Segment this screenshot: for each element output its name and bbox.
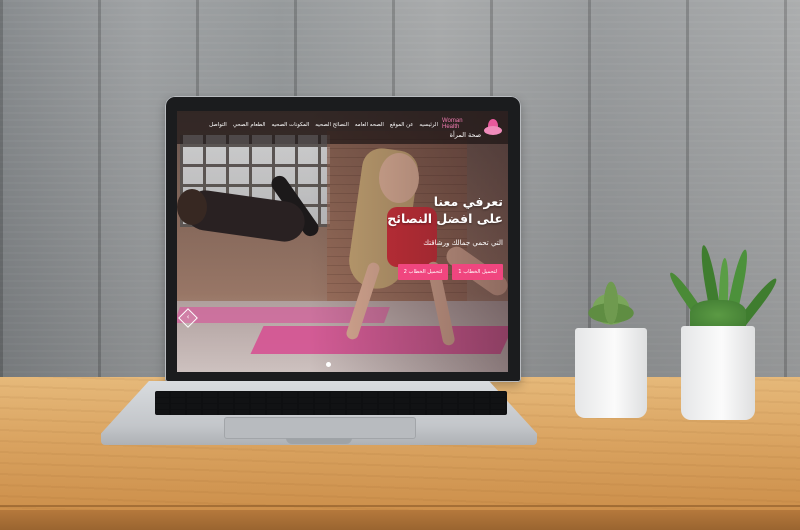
desk-edge	[0, 510, 800, 530]
hero-title: تعرفي معنا على افضل النصائح	[387, 193, 503, 227]
site-navbar: Woman Health صحة المرأة الرئيسيه عن المو…	[177, 111, 508, 144]
logo-text: Woman Health صحة المرأة	[442, 118, 481, 139]
site-logo[interactable]: Woman Health صحة المرأة	[442, 115, 502, 141]
logo-arabic: صحة المرأة	[449, 130, 482, 139]
nav-item-health-tips[interactable]: النصائح الصحيه	[315, 122, 349, 128]
succulent-plant	[570, 265, 652, 335]
nav-item-healthy-food[interactable]: الطعام الصحي	[233, 122, 266, 128]
desk-seam	[0, 505, 800, 507]
nav-menu: الرئيسيه عن الموقع الصحه العامه النصائح …	[209, 122, 438, 128]
download-button-1[interactable]: لتحميل الخطاب 1	[452, 264, 503, 280]
laptop-screen: Woman Health صحة المرأة الرئيسيه عن المو…	[177, 111, 508, 372]
chevron-left-icon: ‹	[186, 313, 190, 321]
download-button-2[interactable]: لتحميل الخطاب 2	[397, 264, 449, 280]
laptop-notch	[286, 438, 352, 444]
laptop-keyboard	[155, 391, 507, 415]
nav-item-general-health[interactable]: الصحه العامه	[355, 122, 384, 128]
nav-item-home[interactable]: الرئيسيه	[419, 122, 438, 128]
nav-item-about[interactable]: عن الموقع	[390, 122, 414, 128]
nav-item-contact[interactable]: التواصل	[209, 122, 227, 128]
hero-buttons: لتحميل الخطاب 1 لتحميل الخطاب 2	[397, 264, 503, 280]
laptop-trackpad	[224, 417, 416, 439]
slider-dot-indicator[interactable]	[326, 362, 331, 367]
white-pot-right	[681, 326, 755, 420]
hero-subtitle: التي تحمي جمالك ورشاقتك	[423, 239, 503, 247]
nav-item-healthy-ingredients[interactable]: المكونات الصحيه	[271, 122, 309, 128]
hero-title-line1: تعرفي معنا	[433, 194, 503, 209]
logo-english: Woman Health	[442, 117, 463, 130]
hero-title-line2: على افضل النصائح	[387, 211, 503, 226]
lotus-icon	[484, 119, 502, 137]
white-pot-left	[575, 328, 647, 418]
